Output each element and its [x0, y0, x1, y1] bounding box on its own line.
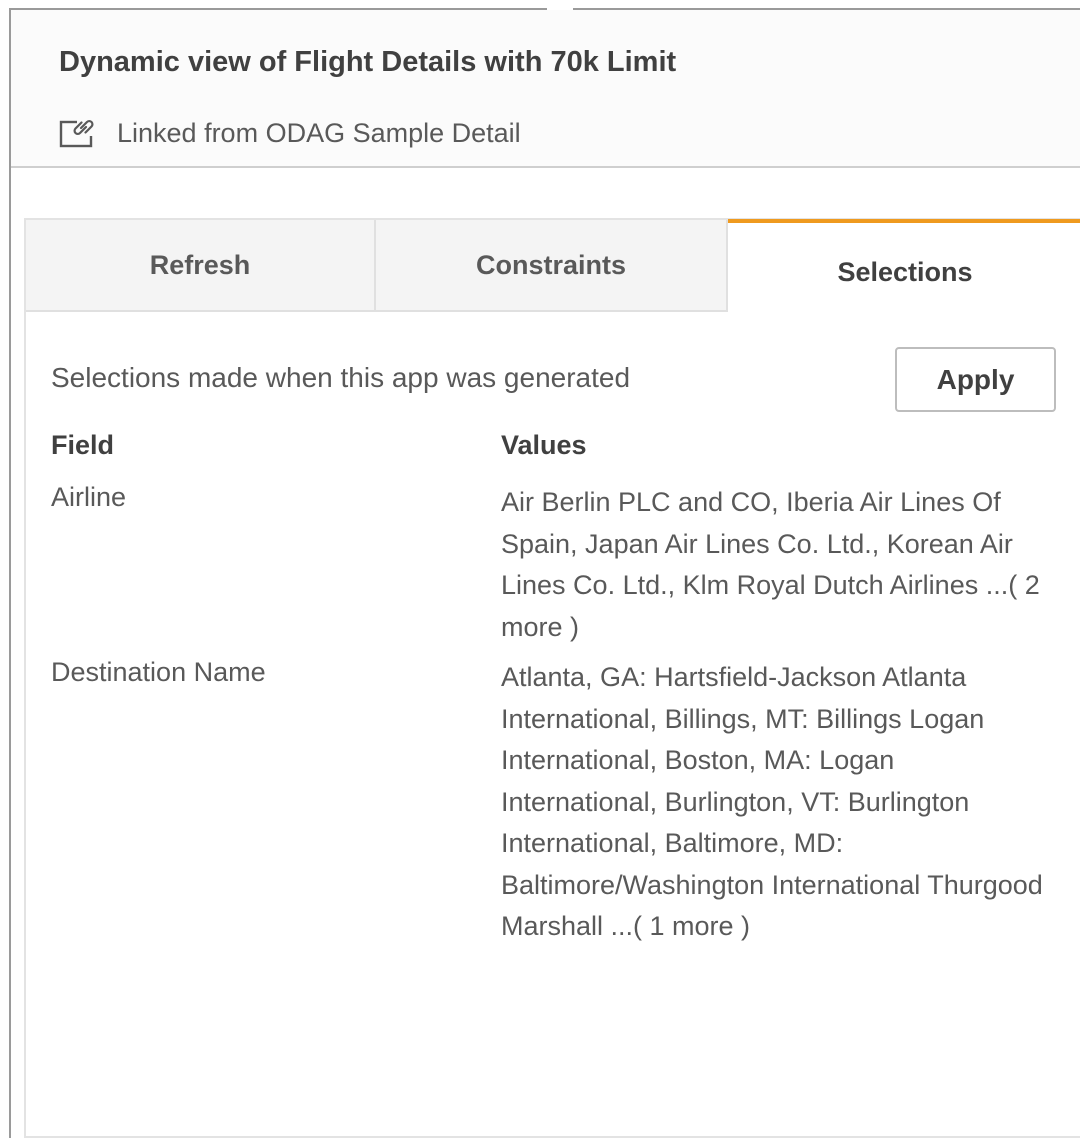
field-column-header: Field: [51, 430, 115, 460]
tab-selections[interactable]: Selections: [728, 219, 1080, 315]
tab-constraints[interactable]: Constraints: [376, 220, 728, 312]
selections-description: Selections made when this app was genera…: [51, 362, 631, 393]
details-card: Refresh Constraints Selections Selection…: [24, 218, 1080, 1138]
linked-from-label: Linked from ODAG Sample Detail: [117, 117, 521, 148]
tab-refresh[interactable]: Refresh: [26, 220, 376, 312]
selection-row-field: Destination Name: [51, 657, 266, 687]
app-title: Dynamic view of Flight Details with 70k …: [59, 46, 677, 78]
selection-row-field: Airline: [51, 482, 127, 512]
linked-app-icon: [59, 118, 97, 148]
popover-header: Dynamic view of Flight Details with 70k …: [11, 10, 1080, 168]
tab-bar: Refresh Constraints Selections: [26, 219, 1080, 315]
values-column-header: Values: [501, 430, 587, 460]
linked-from-row: Linked from ODAG Sample Detail: [59, 113, 521, 153]
selection-row-values: Air Berlin PLC and CO, Iberia Air Lines …: [501, 487, 1040, 642]
app-details-popover: Dynamic view of Flight Details with 70k …: [9, 7, 1080, 1138]
selection-row-values: Atlanta, GA: Hartsfield-Jackson Atlanta …: [501, 662, 1043, 941]
apply-button[interactable]: Apply: [895, 347, 1056, 412]
